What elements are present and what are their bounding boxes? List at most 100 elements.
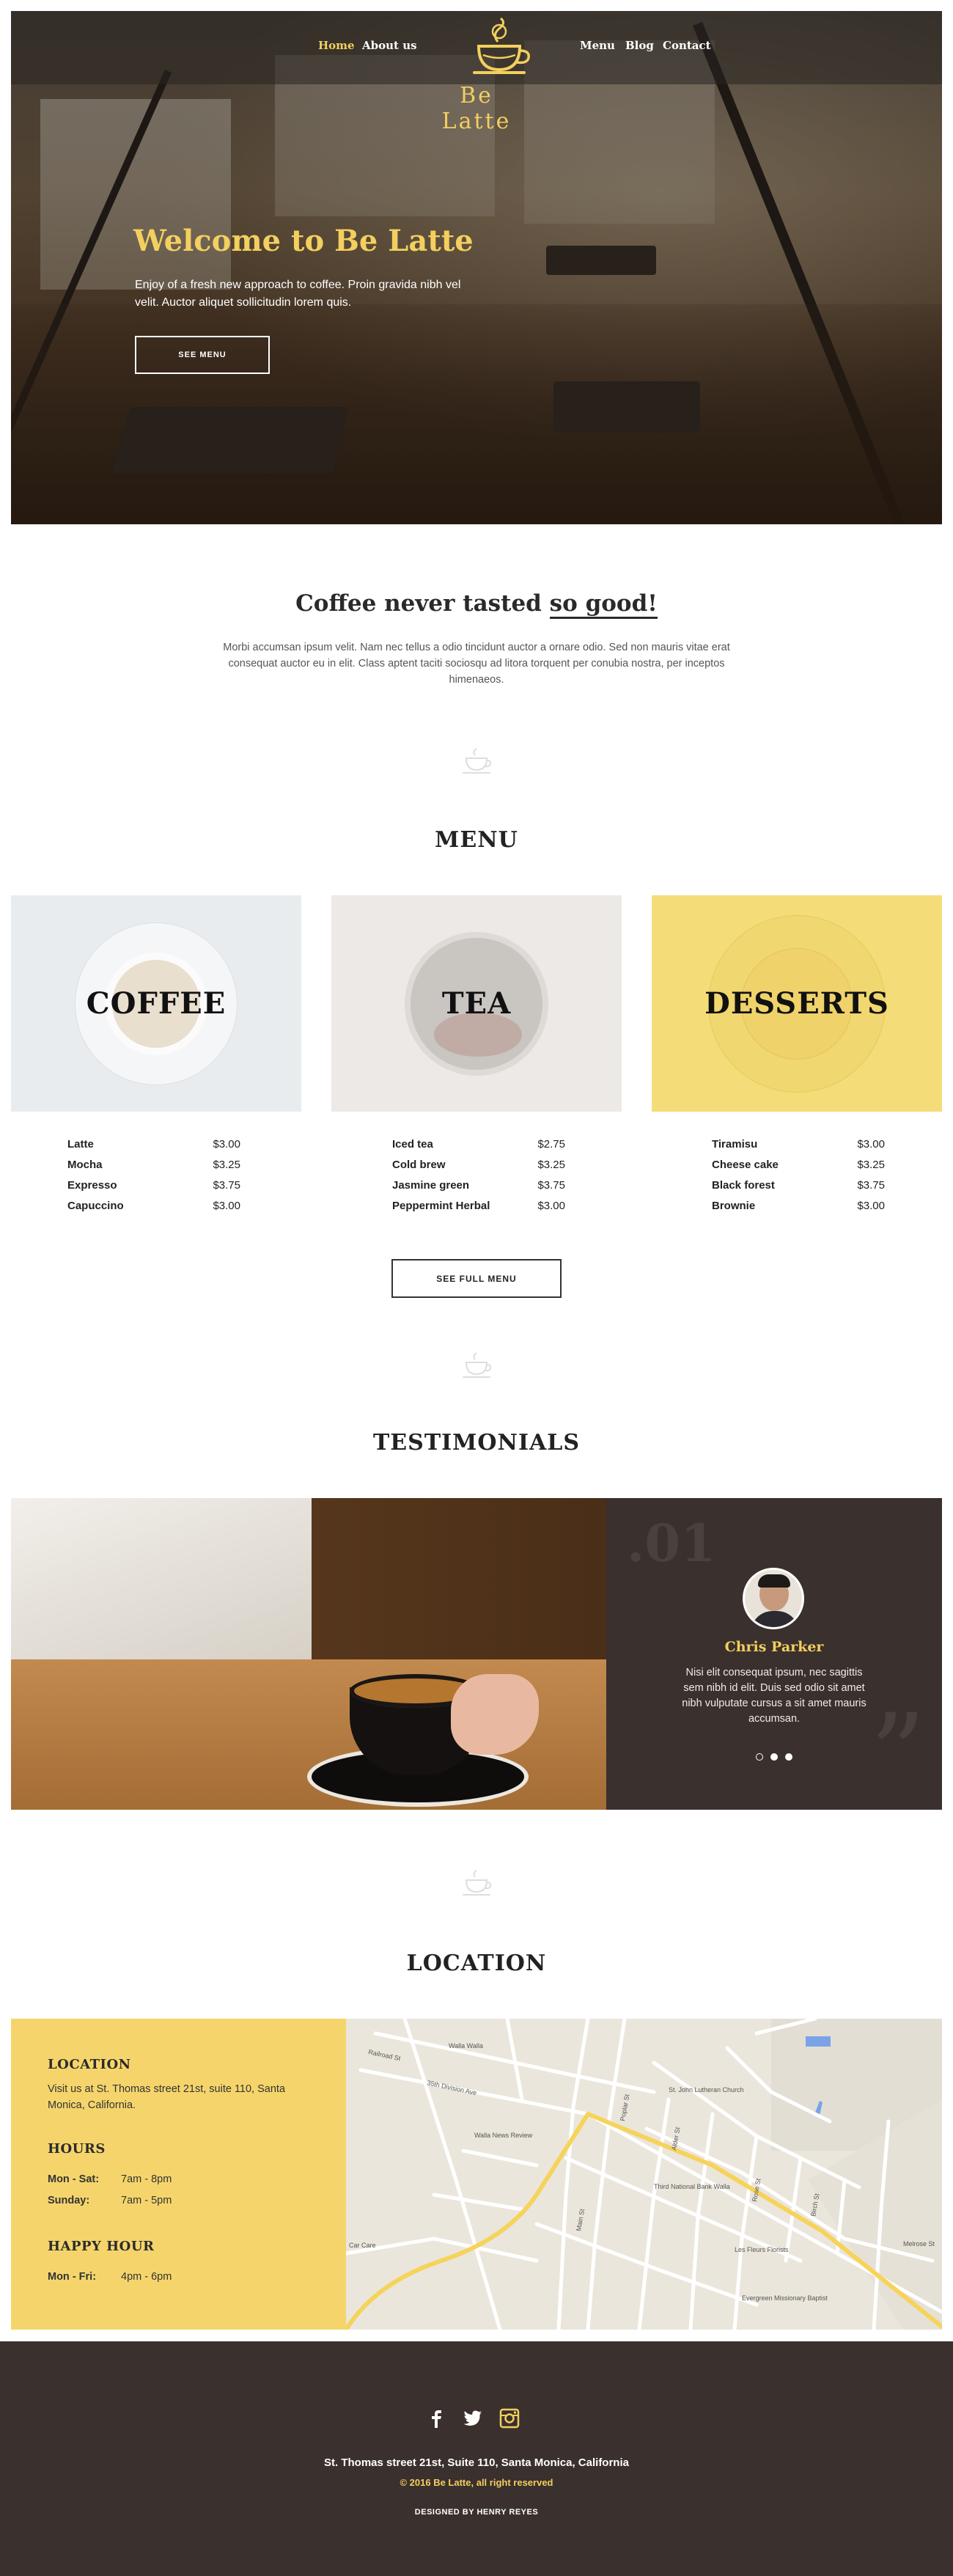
intro-text: Morbi accumsan ipsum velit. Nam nec tell… [223, 642, 730, 686]
facebook-icon[interactable] [425, 2407, 447, 2429]
menu-item-name: Mocha [67, 1159, 103, 1171]
menu-item: Cheese cake $3.25 [712, 1159, 885, 1179]
see-full-menu-button[interactable]: SEE FULL MENU [391, 1259, 562, 1298]
hours-row: Mon - Sat: 7am - 8pm [48, 2173, 172, 2185]
menu-item-name: Iced tea [392, 1138, 433, 1151]
menu-item-price: $3.00 [857, 1200, 885, 1212]
location-map[interactable]: Walla Walla Railroad St 35th Division Av… [346, 2019, 942, 2330]
testimonial-panel: .01 ” Chris Parker Nisi elit consequat i… [606, 1498, 942, 1810]
map-label: Melrose St [903, 2240, 935, 2247]
nav-contact[interactable]: Contact [663, 39, 711, 52]
menu-item-name: Latte [67, 1138, 94, 1151]
twitter-icon[interactable] [462, 2407, 484, 2429]
hours-day: Mon - Fri: [48, 2271, 97, 2283]
menu-item-price: $3.25 [537, 1159, 565, 1171]
logo-cup-icon[interactable] [463, 17, 536, 76]
menu-item-price: $3.75 [857, 1179, 885, 1192]
menu-item: Tiramisu $3.00 [712, 1138, 885, 1159]
hero-section: Home About us Be Latte Menu Blog Contact… [11, 11, 942, 524]
menu-list-desserts: Tiramisu $3.00 Cheese cake $3.25 Black for… [712, 1138, 885, 1220]
nav-menu[interactable]: Menu [580, 39, 615, 52]
testimonial-dots [606, 1751, 942, 1764]
avatar-hair [758, 1574, 790, 1588]
footer-copyright: © 2016 Be Latte, all right reserved [400, 2477, 553, 2488]
avatar-shoulders [751, 1611, 799, 1627]
coffee-cup-divider-icon [463, 1870, 492, 1896]
menu-card-label: COFFEE [86, 986, 227, 1021]
instagram-icon[interactable] [498, 2407, 520, 2429]
menu-item-price: $2.75 [537, 1138, 565, 1151]
menu-list-coffee: Latte $3.00 Mocha $3.25 Expresso $3.75 Capu… [67, 1138, 240, 1220]
menu-item: Mocha $3.25 [67, 1159, 240, 1179]
location-heading: LOCATION [48, 2057, 131, 2072]
menu-item: Brownie $3.00 [712, 1200, 885, 1220]
hours-time: 4pm - 6pm [121, 2271, 172, 2283]
intro-title: Coffee never tasted so good! [0, 590, 953, 619]
testimonial-number: .01 [627, 1513, 716, 1574]
map-canvas[interactable]: Walla Walla Railroad St 35th Division Av… [346, 2019, 942, 2330]
menu-item-price: $3.00 [537, 1200, 565, 1212]
menu-item-price: $3.25 [213, 1159, 240, 1171]
menu-item-name: Cold brew [392, 1159, 446, 1171]
menu-item-name: Peppermint Herbal [392, 1200, 490, 1212]
slide-dot-2[interactable] [770, 1753, 778, 1761]
menu-item-name: Tiramisu [712, 1138, 758, 1151]
hours-heading: HOURS [48, 2141, 106, 2157]
menu-item: Jasmine green $3.75 [392, 1179, 565, 1200]
menu-card-tea[interactable]: TEA [331, 895, 622, 1112]
slide-dot-1[interactable] [756, 1753, 763, 1761]
menu-item-price: $3.00 [857, 1138, 885, 1151]
happy-hour-heading: HAPPY HOUR [48, 2239, 155, 2254]
hours-time: 7am - 8pm [121, 2173, 172, 2185]
hours-day: Mon - Sat: [48, 2173, 100, 2185]
menu-item: Expresso $3.75 [67, 1179, 240, 1200]
testimonials-section-title: TESTIMONIALS [372, 1430, 581, 1456]
coffee-cup-divider-icon [463, 1352, 492, 1378]
location-info-panel: LOCATION Visit us at St. Thomas street 2… [11, 2019, 346, 2330]
map-label: Evergreen Missionary Baptist [742, 2294, 828, 2302]
menu-item-name: Black forest [712, 1179, 775, 1192]
menu-item-name: Capuccino [67, 1200, 124, 1212]
menu-card-coffee[interactable]: COFFEE [11, 895, 301, 1112]
menu-item: Cold brew $3.25 [392, 1159, 565, 1179]
map-label: Walla News Review [474, 2132, 533, 2139]
nav-home[interactable]: Home [318, 39, 355, 52]
menu-item-name: Cheese cake [712, 1159, 779, 1171]
hours-row: Mon - Fri: 4pm - 6pm [48, 2271, 172, 2283]
menu-item-price: $3.75 [213, 1179, 240, 1192]
menu-item: Latte $3.00 [67, 1138, 240, 1159]
menu-item-name: Brownie [712, 1200, 756, 1212]
hours-day: Sunday: [48, 2195, 90, 2206]
map-label: St. John Lutheran Church [669, 2086, 744, 2094]
location-section-title: LOCATION [406, 1951, 547, 1976]
menu-item-price: $3.00 [213, 1138, 240, 1151]
menu-item-price: $3.25 [857, 1159, 885, 1171]
hours-time: 7am - 5pm [121, 2195, 172, 2206]
menu-item: Capuccino $3.00 [67, 1200, 240, 1220]
footer-address: St. Thomas street 21st, Suite 110, Santa… [324, 2456, 629, 2469]
nav-blog[interactable]: Blog [625, 39, 654, 52]
footer-designer[interactable]: DESIGNED BY HENRY REYES [0, 2508, 953, 2517]
nav-about-us[interactable]: About us [362, 39, 417, 52]
footer: St. Thomas street 21st, Suite 110, Santa… [0, 2341, 953, 2576]
menu-card-label: TEA [441, 986, 512, 1021]
navbar: Home About us Be Latte Menu Blog Contact [11, 11, 942, 134]
slide-dot-3[interactable] [785, 1753, 792, 1761]
coffee-cup-divider-icon [463, 748, 492, 774]
menu-card-label: DESSERTS [704, 986, 889, 1021]
menu-item-name: Expresso [67, 1179, 117, 1192]
location-text: Visit us at St. Thomas street 21st, suit… [48, 2083, 286, 2111]
testimonial-text: Nisi elit consequat ipsum, nec sagittis … [682, 1667, 866, 1725]
menu-card-desserts[interactable]: DESSERTS [652, 895, 942, 1112]
menu-item-price: $3.75 [537, 1179, 565, 1192]
map-label: Walla Walla [449, 2042, 483, 2050]
menu-item: Iced tea $2.75 [392, 1138, 565, 1159]
hours-row: Sunday: 7am - 5pm [48, 2195, 172, 2206]
intro-title-underlined: so good! [549, 590, 658, 619]
see-menu-button[interactable]: SEE MENU [135, 336, 270, 374]
logo-text[interactable]: Be Latte [422, 83, 531, 134]
menu-section-title: MENU [435, 827, 518, 853]
intro-title-text: Coffee never tasted [295, 590, 550, 617]
menu-list-tea: Iced tea $2.75 Cold brew $3.25 Jasmine gre… [392, 1138, 565, 1220]
menu-item: Black forest $3.75 [712, 1179, 885, 1200]
